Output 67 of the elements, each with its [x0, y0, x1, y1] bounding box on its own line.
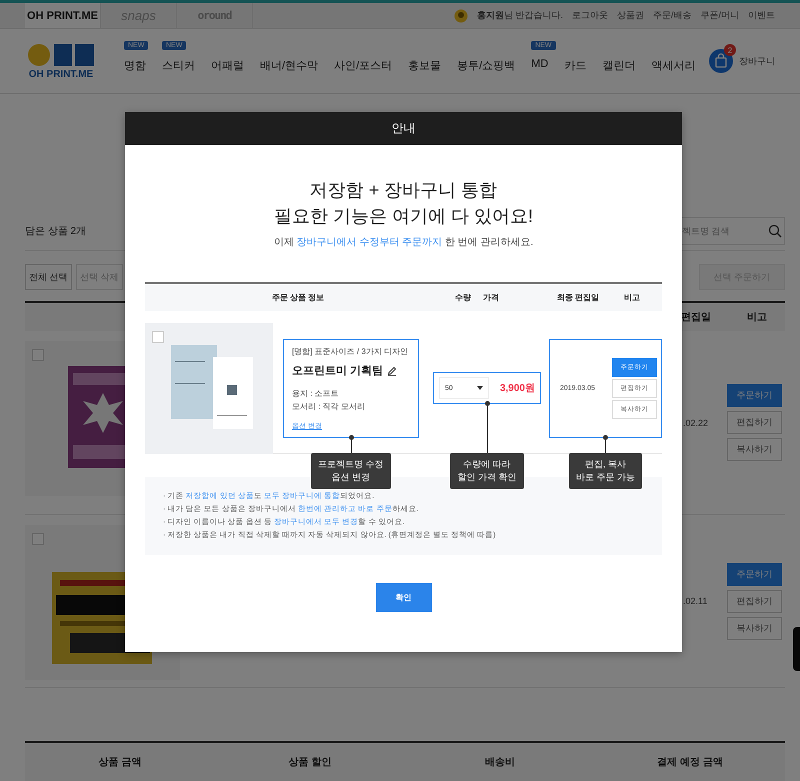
heading-text: 저장함 + 장바구니 통합 [308, 179, 498, 202]
count-badge: 2 [724, 44, 736, 56]
checkbox[interactable] [32, 349, 44, 361]
pencil-icon[interactable] [387, 366, 398, 376]
menu-item[interactable]: 어패럴 [211, 60, 244, 72]
menu-item[interactable]: 홍보물 [408, 60, 442, 72]
top-link[interactable]: 로그아웃 [572, 9, 608, 22]
top-link[interactable]: 쿠폰/머니 [700, 9, 739, 22]
top-link[interactable]: 상품권 [616, 9, 644, 22]
site-tab[interactable]: OH PRINT.ME [25, 3, 101, 28]
menu-item[interactable]: 명함 [124, 60, 146, 72]
menu-item[interactable]: MD [531, 58, 548, 70]
dialog-title: 안내 [125, 112, 682, 145]
option-text: 용지 : 소프트 [292, 388, 340, 400]
item-count: 담은 상품 2개 [25, 225, 86, 238]
summary-label: 배송비 [484, 756, 516, 770]
row-button[interactable]: 복사하기 [727, 616, 782, 640]
subtitle-text: 이제 장바구니에서 수정부터 주문까지 한 번에 관리하세요. [272, 236, 534, 249]
column-header: 가격 [482, 292, 500, 303]
column-header: 수량 [454, 292, 472, 303]
logo-icon [27, 42, 95, 66]
callout: 편집, 복사 바로 주문 가능 [568, 453, 642, 489]
price-text: 3,900원 [500, 382, 535, 395]
callout: 프로젝트명 수정 옵션 변경 [311, 453, 391, 489]
column-header: 비고 [746, 311, 768, 324]
column-header: 최종 편집일 [556, 292, 600, 303]
row-button[interactable]: 편집하기 [727, 590, 782, 612]
menu-item[interactable]: 액세서리 [651, 60, 696, 72]
cart-link[interactable]: 장바구니 [739, 54, 775, 68]
date-text: .02.22 [683, 418, 710, 428]
category-text: [명함] 표준사이즈 / 3가지 디자인 [292, 346, 410, 357]
summary-label: 상품 할인 [288, 756, 332, 770]
menu-item[interactable]: 캘린더 [602, 60, 636, 72]
menu-item[interactable]: 사인/포스터 [334, 60, 392, 72]
caret-icon [477, 386, 483, 390]
summary-label: 상품 금액 [98, 756, 142, 770]
callout: 수량에 따라 할인 가격 확인 [450, 453, 524, 489]
checkbox[interactable] [32, 533, 44, 545]
cart-icon[interactable] [709, 49, 733, 73]
checkbox[interactable] [152, 331, 164, 343]
search-icon[interactable] [768, 224, 782, 238]
summary-label: 결제 예정 금액 [656, 756, 724, 770]
date-text: .02.11 [683, 596, 708, 606]
menu-item[interactable]: 카드 [564, 60, 586, 72]
greeting-text: 홍지원님 반갑습니다. [476, 9, 563, 22]
row-button[interactable]: 주문하기 [727, 562, 782, 586]
leader-line [348, 435, 354, 453]
menu-item[interactable]: 배너/현수막 [260, 60, 318, 72]
row-button[interactable]: 복사하기 [727, 438, 782, 461]
avatar-icon [454, 8, 468, 22]
option-text: 모서리 : 직각 모서리 [292, 401, 366, 413]
column-header: 주문 상품 정보 [270, 292, 326, 303]
leader-line [484, 401, 490, 453]
confirm-button[interactable]: 확인 [376, 583, 432, 612]
row-button[interactable]: 편집하기 [727, 411, 782, 434]
menu-item[interactable]: 봉투/쇼핑백 [457, 60, 516, 72]
leader-line [603, 435, 608, 453]
top-link[interactable]: 주문/배송 [652, 9, 692, 22]
project-name: 오프린트미 기획팀 [292, 364, 384, 378]
column-header: 비고 [623, 292, 641, 303]
heading-text: 필요한 기능은 여기에 다 있어요! [272, 205, 534, 228]
action-button[interactable]: 전체 선택 [25, 264, 72, 290]
column-header: 편집일 [680, 311, 712, 324]
logo-text[interactable]: OH PRINT.ME [28, 68, 94, 80]
row-button[interactable]: 주문하기 [727, 384, 782, 407]
top-link[interactable]: 이벤트 [748, 9, 775, 22]
menu-item[interactable]: 스티커 [162, 60, 195, 72]
